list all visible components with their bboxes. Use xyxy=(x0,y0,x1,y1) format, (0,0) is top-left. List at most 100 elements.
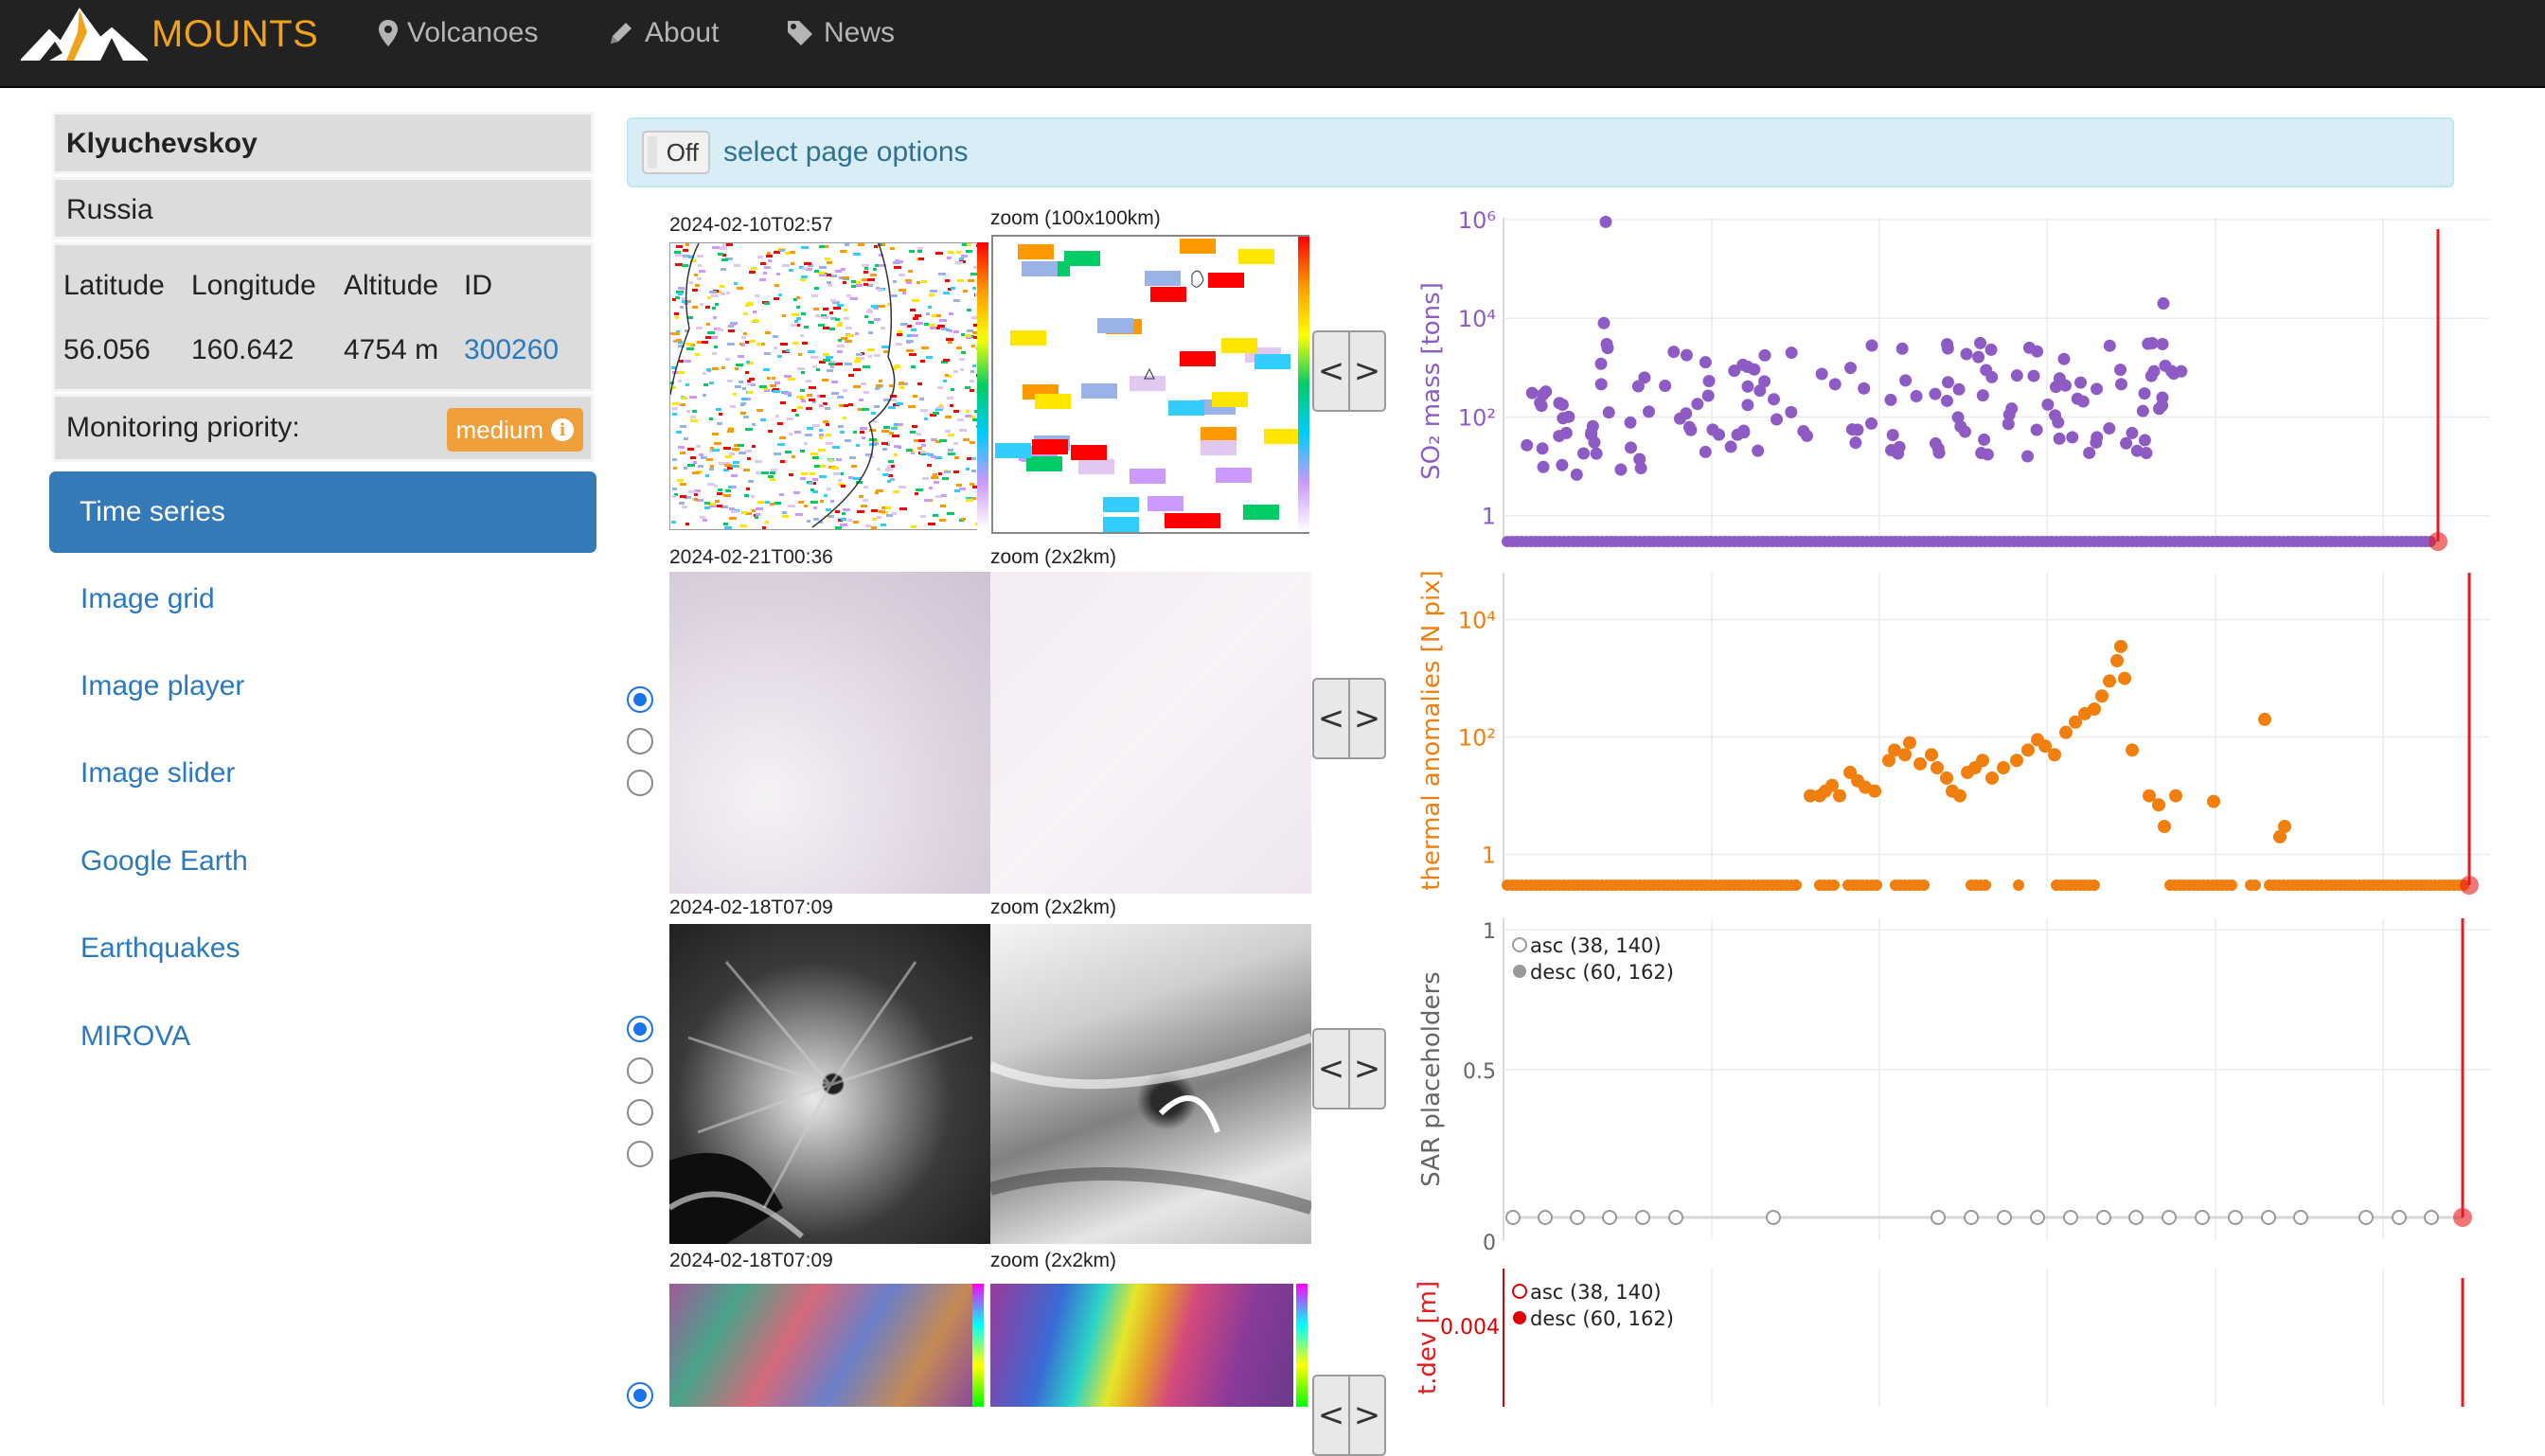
priority-badge[interactable]: medium i xyxy=(446,408,583,452)
so2-point-41 xyxy=(2066,431,2079,444)
so2-colorbar xyxy=(977,242,988,530)
so2-point-96 xyxy=(1680,407,1693,420)
options-toggle[interactable]: Off xyxy=(642,131,710,174)
sar-point-16 xyxy=(2228,1210,2243,1225)
chart2-ylabel: SAR placeholders xyxy=(1417,971,1446,1186)
thermal-point-23 xyxy=(1997,761,2010,774)
time-series-charts[interactable]: SO₂ mass [tons] thermal anomalies [N pix]… xyxy=(1401,199,2545,1407)
sar-point-3 xyxy=(1602,1210,1617,1225)
thermal-baseline-point xyxy=(1790,879,1802,891)
sar-point-2 xyxy=(1570,1210,1585,1225)
panel2-radio-1[interactable] xyxy=(627,686,653,713)
thermal-point-8 xyxy=(1868,784,1881,798)
so2-point-131 xyxy=(1940,394,1953,407)
sar-point-4 xyxy=(1635,1210,1650,1225)
sar-point-21 xyxy=(2424,1210,2439,1225)
so2-point-154 xyxy=(1601,342,1614,355)
so2-point-104 xyxy=(1741,380,1754,393)
options-link[interactable]: select page options xyxy=(723,136,969,169)
page-options-bar: Off select page options xyxy=(627,117,2454,187)
optical-image[interactable] xyxy=(669,572,990,894)
so2-map-image[interactable] xyxy=(669,242,988,530)
panel2-date: 2024-02-21T00:36 xyxy=(669,546,833,568)
so2-point-148 xyxy=(2167,367,2180,381)
menu-google-earth[interactable]: Google Earth xyxy=(80,845,248,878)
sar-amplitude-image[interactable] xyxy=(669,924,990,1244)
so2-point-77 xyxy=(1910,390,1923,403)
panel4-prev-button[interactable]: < xyxy=(1312,1375,1350,1456)
so2-point-134 xyxy=(1753,384,1767,398)
menu-mirova[interactable]: MIROVA xyxy=(80,1021,190,1053)
nav-news[interactable]: News xyxy=(786,17,895,49)
id-header: ID xyxy=(464,270,492,301)
panel3-radio-4[interactable] xyxy=(627,1141,653,1167)
volcano-country: Russia xyxy=(52,177,594,240)
optical-zoom-image[interactable] xyxy=(990,572,1311,894)
thermal-point-34 xyxy=(2103,674,2116,688)
nav-about[interactable]: About xyxy=(607,17,719,49)
sar-point-20 xyxy=(2392,1210,2407,1225)
thermal-point-11 xyxy=(1898,748,1912,762)
menu-earthquakes[interactable]: Earthquakes xyxy=(80,932,240,965)
panel2-radio-2[interactable] xyxy=(627,728,653,755)
menu-time-series[interactable]: Time series xyxy=(49,471,596,553)
menu-image-slider[interactable]: Image slider xyxy=(80,757,235,790)
panel3-radio-2[interactable] xyxy=(627,1057,653,1084)
sar-legend-asc: asc (38, 140) xyxy=(1530,934,1662,957)
volcano-id-link[interactable]: 300260 xyxy=(464,334,559,366)
thermal-point-35 xyxy=(2110,653,2124,667)
panel1-date: 2024-02-10T02:57 xyxy=(669,214,833,236)
so2-point-65 xyxy=(1521,438,1534,452)
so2-point-101 xyxy=(1737,426,1751,439)
sar-amplitude-zoom-image[interactable] xyxy=(990,924,1311,1244)
panel2-prev-button[interactable]: < xyxy=(1312,678,1350,759)
so2-point-76 xyxy=(2052,416,2065,429)
so2-point-132 xyxy=(1539,385,1553,399)
panel1-next-button[interactable]: > xyxy=(1348,330,1386,412)
interferogram-zoom-image[interactable] xyxy=(990,1284,1293,1407)
so2-point-8 xyxy=(2114,364,2127,377)
so2-point-107 xyxy=(2020,450,2034,463)
panel1-zoom-label: zoom (100x100km) xyxy=(990,207,1161,229)
nav-volcanoes[interactable]: Volcanoes xyxy=(379,17,538,49)
thermal-baseline-point xyxy=(1980,879,1991,891)
thermal-point-36 xyxy=(2114,639,2127,653)
panel1-prev-button[interactable]: < xyxy=(1312,330,1350,412)
panel2-radio-3[interactable] xyxy=(627,770,653,796)
menu-image-grid[interactable]: Image grid xyxy=(80,583,215,615)
so2-point-79 xyxy=(1951,411,1965,424)
sar-point-9 xyxy=(1997,1210,2012,1225)
so2-point-84 xyxy=(2126,426,2139,439)
so2-point-103 xyxy=(1624,441,1637,454)
chart0-tick-3: 10⁶ xyxy=(1458,207,1496,234)
so2-point-100 xyxy=(1556,458,1569,471)
so2-point-70 xyxy=(1741,399,1754,412)
so2-zoom-image[interactable] xyxy=(991,235,1309,534)
panel4-radio-1[interactable] xyxy=(627,1382,653,1409)
panel3-radio-3[interactable] xyxy=(627,1099,653,1126)
interferogram-image[interactable] xyxy=(669,1284,972,1407)
panel3-next-button[interactable]: > xyxy=(1348,1028,1386,1110)
panel4-next-button[interactable]: > xyxy=(1348,1375,1386,1456)
menu-image-player[interactable]: Image player xyxy=(80,670,244,702)
sar-point-18 xyxy=(2293,1210,2308,1225)
nav-about-label: About xyxy=(645,17,720,48)
panel3-radio-1[interactable] xyxy=(627,1016,653,1042)
panel2-next-button[interactable]: > xyxy=(1348,678,1386,759)
brand-title[interactable]: MOUNTS xyxy=(151,13,318,56)
so2-point-122 xyxy=(1851,423,1864,436)
so2-point-34 xyxy=(1941,376,1954,389)
so2-point-136 xyxy=(1588,435,1601,449)
so2-point-39 xyxy=(1976,389,1989,402)
mountain-logo-icon[interactable] xyxy=(21,4,148,64)
chart1-tick-1: 10² xyxy=(1458,725,1496,752)
priority-label: Monitoring priority: xyxy=(66,412,300,443)
thermal-point-13 xyxy=(1913,756,1927,771)
thermal-point-18 xyxy=(1953,789,1967,803)
panel3-prev-button[interactable]: < xyxy=(1312,1028,1350,1110)
top-navbar: MOUNTS Volcanoes About News xyxy=(0,0,2545,88)
nav-news-label: News xyxy=(824,17,896,48)
thermal-baseline-point xyxy=(1828,879,1840,891)
thermal-point-37 xyxy=(2118,671,2131,685)
so2-point-61 xyxy=(1634,462,1647,475)
